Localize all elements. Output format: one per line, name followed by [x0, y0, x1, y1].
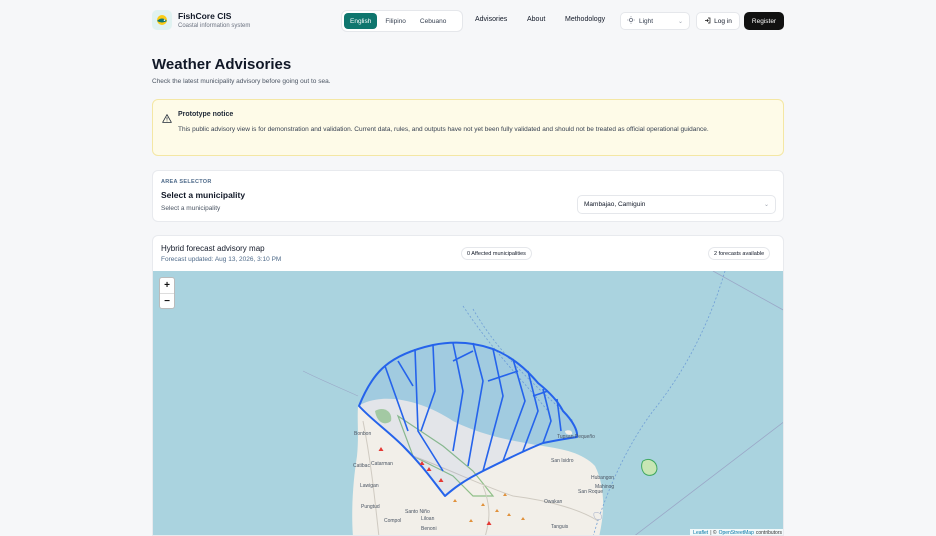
- prototype-notice: Prototype notice This public advisory vi…: [152, 99, 784, 156]
- attribution-separator: | ©: [710, 530, 717, 536]
- theme-select[interactable]: Light ⌄: [620, 12, 690, 30]
- login-button[interactable]: Log in: [696, 12, 740, 30]
- page-title: Weather Advisories: [152, 56, 292, 73]
- affected-municipalities-badge: 0 Affected municipalities: [461, 247, 532, 260]
- area-selector-kicker: AREA SELECTOR: [161, 179, 212, 185]
- notice-body: This public advisory view is for demonst…: [178, 126, 709, 133]
- language-filipino-button[interactable]: Filipino: [379, 13, 412, 29]
- top-navigation-bar: FishCore CIS Coastal information system …: [0, 0, 936, 44]
- place-label: Hubangon: [591, 475, 615, 481]
- place-label: San Roque: [578, 489, 604, 495]
- chevron-down-icon: ⌄: [763, 202, 769, 208]
- place-label: Lawigan: [360, 483, 379, 489]
- place-label: Pungtud: [361, 504, 380, 510]
- login-icon: [704, 17, 711, 26]
- area-selector-subtitle: Select a municipality: [161, 205, 221, 212]
- language-cebuano-button[interactable]: Cebuano: [414, 13, 452, 29]
- place-label: Benoni: [421, 526, 437, 532]
- advisory-map[interactable]: Bonbon Catarman Catibac Lawigan Pungtud …: [153, 271, 783, 536]
- municipality-select[interactable]: Mambajao, Camiguin ⌄: [577, 195, 776, 214]
- place-label: Bonbon: [354, 431, 372, 437]
- forecast-updated: Forecast updated: Aug 13, 2026, 3:10 PM: [161, 256, 282, 263]
- map-zoom-control: + −: [159, 277, 175, 309]
- brand-name: FishCore CIS: [178, 10, 232, 21]
- leaflet-link[interactable]: Leaflet: [693, 530, 708, 535]
- map-attribution: Leaflet | © OpenStreetMap contributors: [690, 529, 783, 536]
- nav-advisories-link[interactable]: Advisories: [475, 16, 507, 23]
- language-english-button[interactable]: English: [344, 13, 378, 29]
- place-label: Santo Niño: [405, 509, 430, 515]
- advisory-map-card: Hybrid forecast advisory map Forecast up…: [152, 235, 784, 536]
- warning-icon: [162, 110, 172, 128]
- area-selector-card: AREA SELECTOR Select a municipality Sele…: [152, 170, 784, 222]
- place-label: Catibac: [353, 463, 370, 469]
- page-subtitle: Check the latest municipality advisory b…: [152, 78, 331, 85]
- zoom-out-button[interactable]: −: [160, 293, 174, 308]
- small-islet: [641, 458, 658, 476]
- login-label: Log in: [714, 17, 732, 25]
- register-button[interactable]: Register: [744, 12, 784, 30]
- brand-subtitle: Coastal information system: [178, 22, 251, 29]
- language-switcher: English Filipino Cebuano: [341, 10, 463, 32]
- place-label: Owakan: [544, 499, 563, 505]
- chevron-down-icon: ⌄: [677, 18, 683, 25]
- place-label: Tanguis: [551, 524, 569, 530]
- sun-icon: [627, 16, 635, 26]
- nav-methodology-link[interactable]: Methodology: [565, 16, 605, 23]
- nav-about-link[interactable]: About: [527, 16, 545, 23]
- openstreetmap-link[interactable]: OpenStreetMap: [719, 530, 754, 535]
- theme-select-value: Light: [639, 17, 654, 25]
- municipality-select-value: Mambajao, Camiguin: [584, 201, 646, 208]
- ferry-route: [593, 271, 726, 535]
- area-selector-title: Select a municipality: [161, 190, 246, 200]
- maritime-boundary: [634, 271, 783, 535]
- notice-title: Prototype notice: [178, 111, 234, 118]
- forecasts-available-badge: 2 forecasts available: [708, 247, 771, 260]
- attribution-tail: contributors: [755, 530, 782, 536]
- map-title: Hybrid forecast advisory map: [161, 244, 265, 253]
- map-tiles: [302, 271, 783, 535]
- place-label: Liloan: [421, 516, 435, 522]
- zoom-in-button[interactable]: +: [160, 278, 174, 293]
- place-label: Catarman: [371, 461, 393, 467]
- place-label: Compol: [384, 518, 402, 524]
- place-label: Tupsan Pequeño: [557, 434, 595, 440]
- brand[interactable]: FishCore CIS Coastal information system: [152, 10, 250, 30]
- fish-logo-icon: [152, 10, 172, 30]
- place-label: San Isidro: [551, 458, 574, 464]
- coast-line: [302, 370, 359, 397]
